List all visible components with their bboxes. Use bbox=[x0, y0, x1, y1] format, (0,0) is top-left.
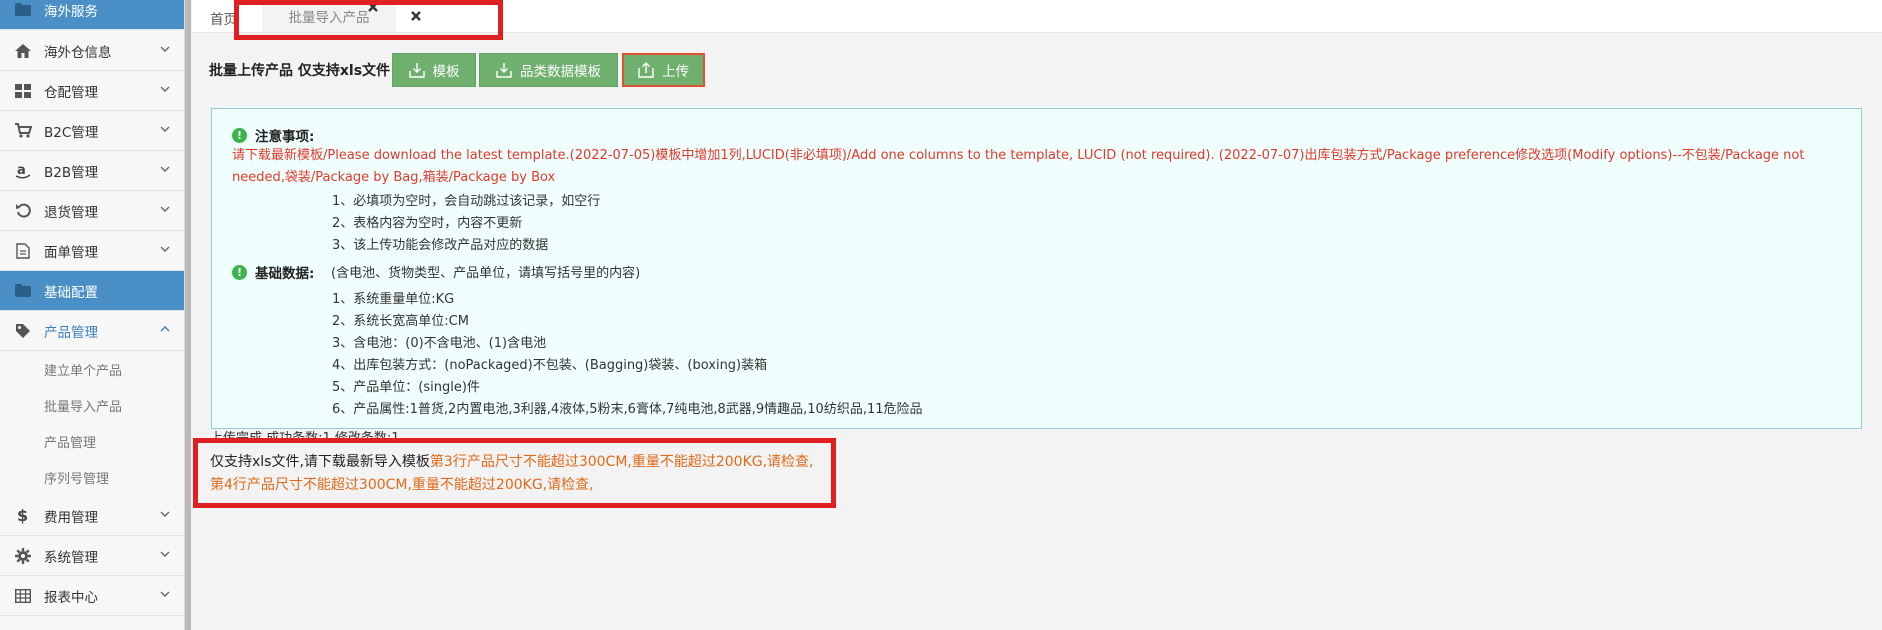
chevron-down-icon bbox=[160, 166, 170, 172]
upload-icon bbox=[638, 62, 654, 78]
basic-data-item: 2、系统长宽高单位:CM bbox=[332, 314, 469, 329]
download-template-button[interactable]: 模板 bbox=[392, 53, 476, 87]
sidebar-item-label: 产品管理 bbox=[44, 324, 98, 341]
sidebar-item-label: B2C管理 bbox=[44, 124, 99, 141]
notice-item: 1、必填项为空时，会自动跳过该记录，如空行 bbox=[332, 194, 601, 209]
svg-text:$: $ bbox=[17, 507, 28, 524]
button-label: 上传 bbox=[662, 64, 689, 80]
chevron-up-icon bbox=[160, 326, 170, 332]
upload-result-message: 仅支持xls文件,请下载最新导入模板第3行产品尺寸不能超过300CM,重量不能超… bbox=[210, 451, 814, 471]
sidebar-item-overseas-service[interactable]: 海外服务 bbox=[0, 0, 184, 30]
sidebar-subitem-product-management[interactable]: 产品管理 bbox=[0, 423, 184, 459]
basic-data-item: 1、系统重量单位:KG bbox=[332, 292, 455, 307]
basic-data-item: 6、产品属性:1普货,2内置电池,3利器,4液体,5粉末,6膏体,7纯电池,8武… bbox=[332, 402, 923, 417]
chevron-down-icon bbox=[160, 46, 170, 52]
notice-title: ! 注意事项: bbox=[232, 125, 314, 145]
folder-icon bbox=[12, 282, 34, 300]
sidebar-item-returns[interactable]: 退货管理 bbox=[0, 191, 184, 231]
chevron-down-icon bbox=[160, 591, 170, 597]
amazon-icon: a bbox=[12, 162, 34, 180]
basic-data-title: ! 基础数据: bbox=[232, 262, 314, 282]
sidebar-item-warehouse-info[interactable]: 海外仓信息 bbox=[0, 31, 184, 71]
result-error-row3: 第3行产品尺寸不能超过300CM,重量不能超过200KG,请检查, bbox=[429, 454, 814, 470]
download-icon bbox=[496, 63, 512, 78]
sidebar-item-label: 系统管理 bbox=[44, 549, 98, 566]
sidebar-item-reports[interactable]: 报表中心 bbox=[0, 576, 184, 616]
sidebar-item-label: 海外服务 bbox=[44, 3, 98, 20]
result-error-row4: 第4行产品尺寸不能超过300CM,重量不能超过200KG,请检查, bbox=[210, 477, 594, 493]
basic-data-note: (含电池、货物类型、产品单位，请填写括号里的内容) bbox=[331, 266, 641, 281]
chevron-down-icon bbox=[160, 126, 170, 132]
sidebar-subitem-bulk-import[interactable]: 批量导入产品 bbox=[0, 387, 184, 423]
gear-icon bbox=[12, 547, 34, 565]
chevron-down-icon bbox=[160, 86, 170, 92]
grid-icon bbox=[12, 82, 34, 100]
exclamation-icon: ! bbox=[232, 127, 247, 143]
sidebar-item-fulfillment[interactable]: 仓配管理 bbox=[0, 71, 184, 111]
sidebar-item-labels[interactable]: 面单管理 bbox=[0, 231, 184, 271]
notice-panel: ! 注意事项: 请下载最新模板/Please download the late… bbox=[211, 108, 1862, 429]
upload-button[interactable]: 上传 bbox=[622, 53, 705, 87]
undo-icon bbox=[12, 202, 34, 220]
tab-bar: 首页 批量导入产品 bbox=[192, 0, 1882, 33]
chevron-down-icon bbox=[160, 551, 170, 557]
sidebar-item-basic-config[interactable]: 基础配置 bbox=[0, 271, 184, 311]
sidebar: 海外服务 海外仓信息 仓配管理 B2C管理 a B2B管理 退货管理 面单管理 … bbox=[0, 0, 185, 630]
sidebar-item-label: 海外仓信息 bbox=[44, 44, 112, 61]
basic-data-item: 5、产品单位：(single)件 bbox=[332, 380, 480, 395]
chevron-down-icon bbox=[160, 206, 170, 212]
sidebar-item-system[interactable]: 系统管理 bbox=[0, 536, 184, 576]
download-icon bbox=[408, 63, 425, 78]
highlight-box-result bbox=[193, 438, 836, 508]
sidebar-item-label: 基础配置 bbox=[44, 284, 98, 301]
sidebar-item-label: 面单管理 bbox=[44, 244, 98, 261]
basic-data-item: 3、含电池：(0)不含电池、(1)含电池 bbox=[332, 336, 547, 351]
sidebar-item-label: B2B管理 bbox=[44, 164, 99, 181]
notice-item: 2、表格内容为空时，内容不更新 bbox=[332, 216, 523, 231]
folder-icon bbox=[12, 1, 34, 19]
tab-label: 批量导入产品 bbox=[288, 10, 370, 26]
notice-item: 3、该上传功能会修改产品对应的数据 bbox=[332, 238, 549, 253]
sidebar-subitem-create-single-product[interactable]: 建立单个产品 bbox=[0, 351, 184, 387]
close-icon[interactable] bbox=[409, 9, 423, 23]
sidebar-item-b2c[interactable]: B2C管理 bbox=[0, 111, 184, 151]
exclamation-icon: ! bbox=[232, 264, 247, 280]
sidebar-item-b2b[interactable]: a B2B管理 bbox=[0, 151, 184, 191]
button-label: 模板 bbox=[432, 64, 460, 80]
chevron-down-icon bbox=[160, 246, 170, 252]
sidebar-scrollbar[interactable] bbox=[185, 0, 191, 630]
sidebar-subitem-serial-numbers[interactable]: 序列号管理 bbox=[0, 459, 184, 495]
button-label: 品类数据模板 bbox=[520, 64, 601, 80]
tab-home[interactable]: 首页 bbox=[210, 8, 237, 28]
svg-text:a: a bbox=[17, 163, 26, 178]
notice-warning-text: 请下载最新模板/Please download the latest templ… bbox=[232, 148, 1805, 185]
upload-result-summary: 上传完成,成功条数:1,修改条数:1 bbox=[210, 431, 400, 439]
table-icon bbox=[12, 587, 34, 605]
result-prefix: 仅支持xls文件,请下载最新导入模板 bbox=[210, 454, 430, 470]
document-icon bbox=[12, 242, 34, 260]
close-tab-icon[interactable] bbox=[366, 0, 380, 14]
home-icon bbox=[12, 42, 34, 60]
download-category-template-button[interactable]: 品类数据模板 bbox=[479, 53, 618, 87]
sidebar-item-label: 退货管理 bbox=[44, 204, 98, 221]
chevron-down-icon bbox=[160, 511, 170, 517]
upload-label: 批量上传产品 仅支持xls文件 bbox=[209, 63, 391, 79]
basic-data-item: 4、出库包装方式：(noPackaged)不包装、(Bagging)袋装、(bo… bbox=[332, 358, 768, 373]
sidebar-item-product-management[interactable]: 产品管理 bbox=[0, 311, 184, 351]
sidebar-item-label: 费用管理 bbox=[44, 509, 98, 526]
dollar-icon: $ bbox=[12, 507, 34, 525]
sidebar-item-label: 报表中心 bbox=[44, 589, 98, 606]
cart-icon bbox=[12, 122, 34, 140]
sidebar-item-billing[interactable]: $ 费用管理 bbox=[0, 496, 184, 536]
tag-icon bbox=[12, 322, 34, 340]
sidebar-item-label: 仓配管理 bbox=[44, 84, 98, 101]
